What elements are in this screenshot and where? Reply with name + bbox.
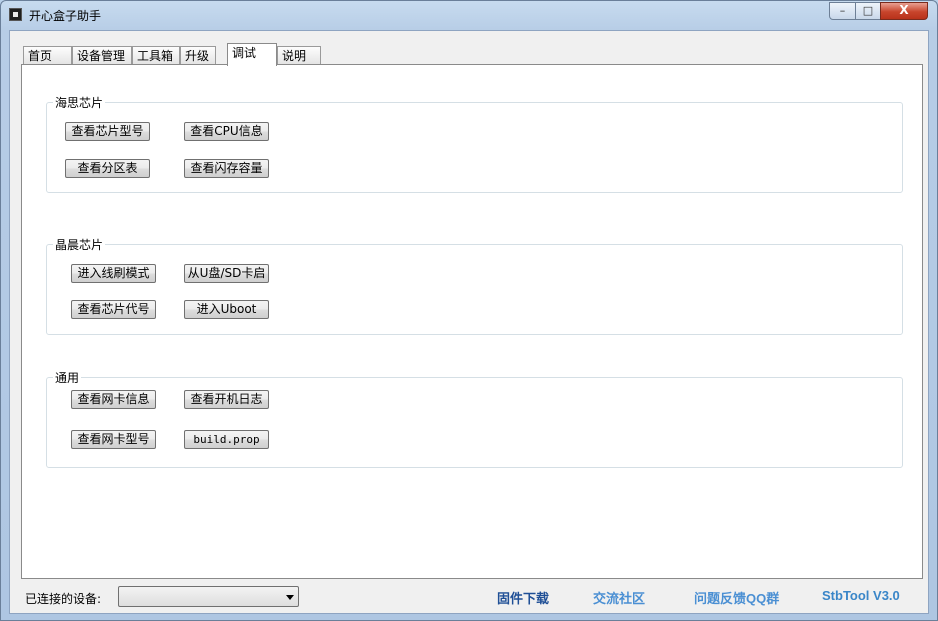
tab-device-management[interactable]: 设备管理 [72, 46, 132, 65]
group-title: 晶晨芯片 [53, 236, 106, 253]
enter-uboot-button[interactable]: 进入Uboot [184, 300, 269, 319]
tab-home[interactable]: 首页 [23, 46, 72, 65]
check-cpu-info-button[interactable]: 查看CPU信息 [184, 122, 269, 141]
amlogic-chip-group: 晶晨芯片 进入线刷模式 从U盘/SD卡启 查看芯片代号 进入Uboot [46, 236, 903, 335]
tab-debug[interactable]: 调试 [227, 43, 277, 66]
general-group: 通用 查看网卡信息 查看开机日志 查看网卡型号 build.prop [46, 369, 903, 468]
check-boot-log-button[interactable]: 查看开机日志 [184, 390, 269, 409]
app-icon [9, 8, 22, 21]
check-flash-capacity-button[interactable]: 查看闪存容量 [184, 159, 269, 178]
close-button[interactable]: X [880, 2, 928, 20]
device-select[interactable] [118, 586, 299, 607]
app-window: 开心盒子助手 – □ X 首页 设备管理 工具箱 升级 调试 说明 海思芯片 查… [0, 0, 938, 621]
client-area: 首页 设备管理 工具箱 升级 调试 说明 海思芯片 查看芯片型号 查看CPU信息… [9, 30, 929, 614]
community-link[interactable]: 交流社区 [593, 588, 645, 607]
group-title: 海思芯片 [53, 94, 106, 111]
title-bar[interactable]: 开心盒子助手 – □ X [1, 1, 937, 29]
firmware-download-link[interactable]: 固件下载 [497, 588, 549, 607]
minimize-button[interactable]: – [829, 2, 856, 20]
check-chip-model-button[interactable]: 查看芯片型号 [65, 122, 150, 141]
hisilicon-chip-group: 海思芯片 查看芯片型号 查看CPU信息 查看分区表 查看闪存容量 [46, 94, 903, 193]
connected-device-label: 已连接的设备: [25, 592, 102, 606]
tab-upgrade[interactable]: 升级 [180, 46, 216, 65]
feedback-qq-group-link[interactable]: 问题反馈QQ群 [694, 588, 779, 607]
chevron-down-icon[interactable] [286, 595, 294, 600]
debug-tab-panel: 海思芯片 查看芯片型号 查看CPU信息 查看分区表 查看闪存容量 晶晨芯片 进入… [21, 64, 923, 579]
check-partition-table-button[interactable]: 查看分区表 [65, 159, 150, 178]
check-nic-info-button[interactable]: 查看网卡信息 [71, 390, 156, 409]
check-chip-code-button[interactable]: 查看芯片代号 [71, 300, 156, 319]
boot-from-usb-sd-button[interactable]: 从U盘/SD卡启 [184, 264, 269, 283]
group-title: 通用 [53, 369, 82, 386]
window-title: 开心盒子助手 [29, 9, 102, 23]
tab-help[interactable]: 说明 [277, 46, 321, 65]
maximize-button[interactable]: □ [855, 2, 881, 20]
build-prop-button[interactable]: build.prop [184, 430, 269, 449]
tab-toolbox[interactable]: 工具箱 [132, 46, 180, 65]
version-link[interactable]: StbTool V3.0 [822, 588, 900, 603]
check-nic-model-button[interactable]: 查看网卡型号 [71, 430, 156, 449]
enter-usb-flash-mode-button[interactable]: 进入线刷模式 [71, 264, 156, 283]
